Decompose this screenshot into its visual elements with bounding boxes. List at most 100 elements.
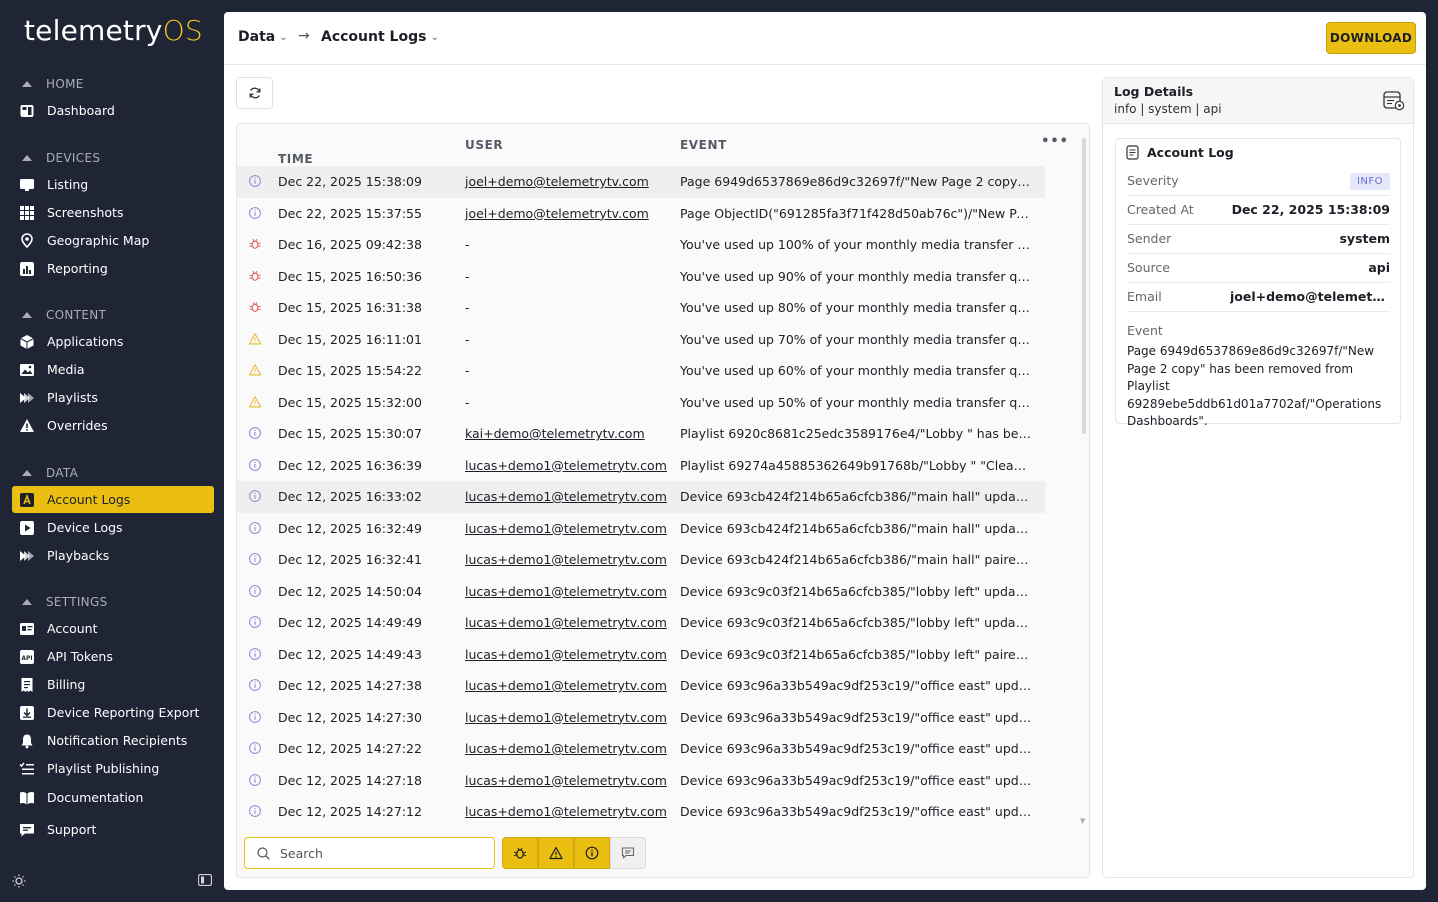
row-event: Device 693c9c03f214b65a6cfcb385/"lobby l…	[680, 583, 1032, 599]
app-logo[interactable]: telemetryOS	[24, 14, 203, 47]
playlists-icon	[19, 390, 35, 406]
section-devices[interactable]: DEVICES	[22, 151, 100, 165]
row-user-link[interactable]: lucas+demo1@telemetrytv.com	[465, 678, 667, 693]
sidebar-item-geographic-map[interactable]: Geographic Map	[12, 227, 214, 254]
sidebar-item-reporting[interactable]: Reporting	[12, 255, 214, 282]
row-event: Device 693cb424f214b65a6cfcb386/"main ha…	[680, 552, 1032, 567]
row-user-link[interactable]: lucas+demo1@telemetrytv.com	[465, 521, 667, 536]
info-icon	[248, 458, 263, 473]
sidebar-item-support[interactable]: Support	[12, 816, 214, 843]
table-row[interactable]: Dec 15, 2025 15:54:22 - You've used up 6…	[237, 355, 1045, 387]
row-event: Device 693cb424f214b65a6cfcb386/"main ha…	[680, 520, 1032, 536]
sidebar-item-screenshots[interactable]: Screenshots	[12, 199, 214, 226]
refresh-button[interactable]	[236, 77, 273, 109]
severity-badge: INFO	[1349, 173, 1390, 190]
row-user-link[interactable]: lucas+demo1@telemetrytv.com	[465, 741, 667, 756]
sidebar-item-device-reporting-export[interactable]: Device Reporting Export	[12, 699, 214, 726]
breadcrumb-account-logs[interactable]: Account Logs ⌄	[321, 29, 439, 45]
row-user-link[interactable]: lucas+demo1@telemetrytv.com	[465, 615, 667, 630]
table-row[interactable]: Dec 12, 2025 14:27:22 lucas+demo1@teleme…	[237, 733, 1045, 765]
table-row[interactable]: Dec 15, 2025 16:11:01 - You've used up 7…	[237, 324, 1045, 356]
warning-icon	[248, 395, 263, 410]
sidebar-item-dashboard[interactable]: Dashboard	[12, 97, 214, 124]
info-icon	[248, 552, 263, 567]
table-row[interactable]: Dec 16, 2025 09:42:38 - You've used up 1…	[237, 229, 1045, 261]
search-icon	[257, 846, 270, 860]
table-row[interactable]: Dec 22, 2025 15:37:55 joel+demo@telemetr…	[237, 198, 1045, 230]
row-user-link[interactable]: lucas+demo1@telemetrytv.com	[465, 804, 667, 819]
filter-warning-button[interactable]	[538, 837, 574, 869]
table-row[interactable]: Dec 12, 2025 14:27:12 lucas+demo1@teleme…	[237, 796, 1045, 828]
message-icon	[621, 847, 635, 859]
section-home[interactable]: HOME	[22, 77, 84, 91]
table-row[interactable]: Dec 12, 2025 16:32:41 lucas+demo1@teleme…	[237, 544, 1045, 576]
table-row[interactable]: Dec 12, 2025 14:27:18 lucas+demo1@teleme…	[237, 765, 1045, 797]
device-logs-icon	[19, 520, 35, 536]
sidebar-item-device-logs[interactable]: Device Logs	[12, 514, 214, 541]
main-panel: Data ⌄ → Account Logs ⌄ DOWNLOAD TIME ⌄ US…	[224, 12, 1426, 890]
table-row[interactable]: Dec 15, 2025 16:31:38 - You've used up 8…	[237, 292, 1045, 324]
section-content[interactable]: CONTENT	[22, 308, 106, 322]
sidebar-item-playbacks[interactable]: Playbacks	[12, 542, 214, 569]
row-user-link[interactable]: lucas+demo1@telemetrytv.com	[465, 489, 667, 504]
error-icon	[248, 300, 263, 315]
row-event: Device 693c96a33b549ac9df253c19/"office …	[680, 741, 1032, 756]
search-input[interactable]: Search	[244, 837, 495, 869]
scrollbar[interactable]	[1082, 138, 1086, 434]
theme-toggle-icon[interactable]	[12, 874, 26, 892]
table-row[interactable]: Dec 15, 2025 16:50:36 - You've used up 9…	[237, 261, 1045, 293]
row-user-link[interactable]: lucas+demo1@telemetrytv.com	[465, 584, 667, 599]
row-time: Dec 12, 2025 14:27:38	[278, 678, 422, 693]
sidebar-item-media[interactable]: Media	[12, 356, 214, 383]
table-row[interactable]: Dec 22, 2025 15:38:09 joel+demo@telemetr…	[237, 166, 1045, 198]
sidebar-item-overrides[interactable]: Overrides	[12, 412, 214, 439]
row-user-link[interactable]: joel+demo@telemetrytv.com	[465, 174, 649, 189]
collapse-sidebar-icon[interactable]	[197, 873, 213, 890]
sidebar-item-account[interactable]: Account	[12, 615, 214, 642]
table-row[interactable]: Dec 15, 2025 15:30:07 kai+demo@telemetry…	[237, 418, 1045, 450]
section-data[interactable]: DATA	[22, 466, 78, 480]
section-settings[interactable]: SETTINGS	[22, 595, 107, 609]
col-event-header: EVENT	[680, 138, 727, 152]
sidebar-item-applications[interactable]: Applications	[12, 328, 214, 355]
filter-error-button[interactable]	[502, 837, 538, 869]
sidebar-item-account-logs[interactable]: Account Logs	[12, 486, 214, 513]
scroll-down-icon[interactable]: ▼	[1080, 817, 1085, 825]
table-row[interactable]: Dec 12, 2025 14:49:49 lucas+demo1@teleme…	[237, 607, 1045, 639]
filter-info-button[interactable]	[574, 837, 610, 869]
document-icon	[1126, 145, 1139, 160]
row-event: Device 693c96a33b549ac9df253c19/"office …	[680, 709, 1032, 725]
book-icon	[19, 790, 35, 806]
info-icon	[248, 584, 263, 599]
sidebar-item-documentation[interactable]: Documentation	[12, 784, 214, 811]
row-user-link[interactable]: lucas+demo1@telemetrytv.com	[465, 773, 667, 788]
row-user-link[interactable]: lucas+demo1@telemetrytv.com	[465, 647, 667, 662]
sidebar-item-playlist-publishing[interactable]: Playlist Publishing	[12, 755, 214, 782]
created-at-row: Created At Dec 22, 2025 15:38:09	[1127, 196, 1390, 225]
info-icon	[248, 710, 263, 725]
table-row[interactable]: Dec 12, 2025 16:36:39 lucas+demo1@teleme…	[237, 450, 1045, 482]
table-row[interactable]: Dec 12, 2025 14:27:38 lucas+demo1@teleme…	[237, 670, 1045, 702]
sidebar-item-playlists[interactable]: Playlists	[12, 384, 214, 411]
table-row[interactable]: Dec 15, 2025 15:32:00 - You've used up 5…	[237, 387, 1045, 419]
sidebar-item-notification-recipients[interactable]: Notification Recipients	[12, 727, 214, 754]
more-options-icon[interactable]: •••	[1041, 134, 1069, 149]
table-row[interactable]: Dec 12, 2025 14:49:43 lucas+demo1@teleme…	[237, 639, 1045, 671]
table-row[interactable]: Dec 12, 2025 14:27:30 lucas+demo1@teleme…	[237, 702, 1045, 734]
table-row[interactable]: Dec 12, 2025 16:33:02 lucas+demo1@teleme…	[237, 481, 1045, 513]
row-user-link[interactable]: lucas+demo1@telemetrytv.com	[465, 552, 667, 567]
table-row[interactable]: Dec 12, 2025 16:32:49 lucas+demo1@teleme…	[237, 513, 1045, 545]
row-event: Device 693c96a33b549ac9df253c19/"office …	[680, 772, 1032, 788]
row-user-link[interactable]: joel+demo@telemetrytv.com	[465, 206, 649, 221]
sidebar-item-api-tokens[interactable]: API API Tokens	[12, 643, 214, 670]
breadcrumb-data[interactable]: Data ⌄	[238, 29, 288, 45]
filter-messages-button[interactable]	[610, 837, 646, 869]
row-user-link[interactable]: lucas+demo1@telemetrytv.com	[465, 710, 667, 725]
table-row[interactable]: Dec 12, 2025 14:50:04 lucas+demo1@teleme…	[237, 576, 1045, 608]
download-button[interactable]: DOWNLOAD	[1326, 22, 1416, 54]
sidebar-item-billing[interactable]: Billing	[12, 671, 214, 698]
row-user-link[interactable]: kai+demo@telemetrytv.com	[465, 426, 645, 441]
sidebar-item-listing[interactable]: Listing	[12, 171, 214, 198]
view-log-icon[interactable]	[1383, 91, 1405, 115]
row-user-link[interactable]: lucas+demo1@telemetrytv.com	[465, 458, 667, 473]
